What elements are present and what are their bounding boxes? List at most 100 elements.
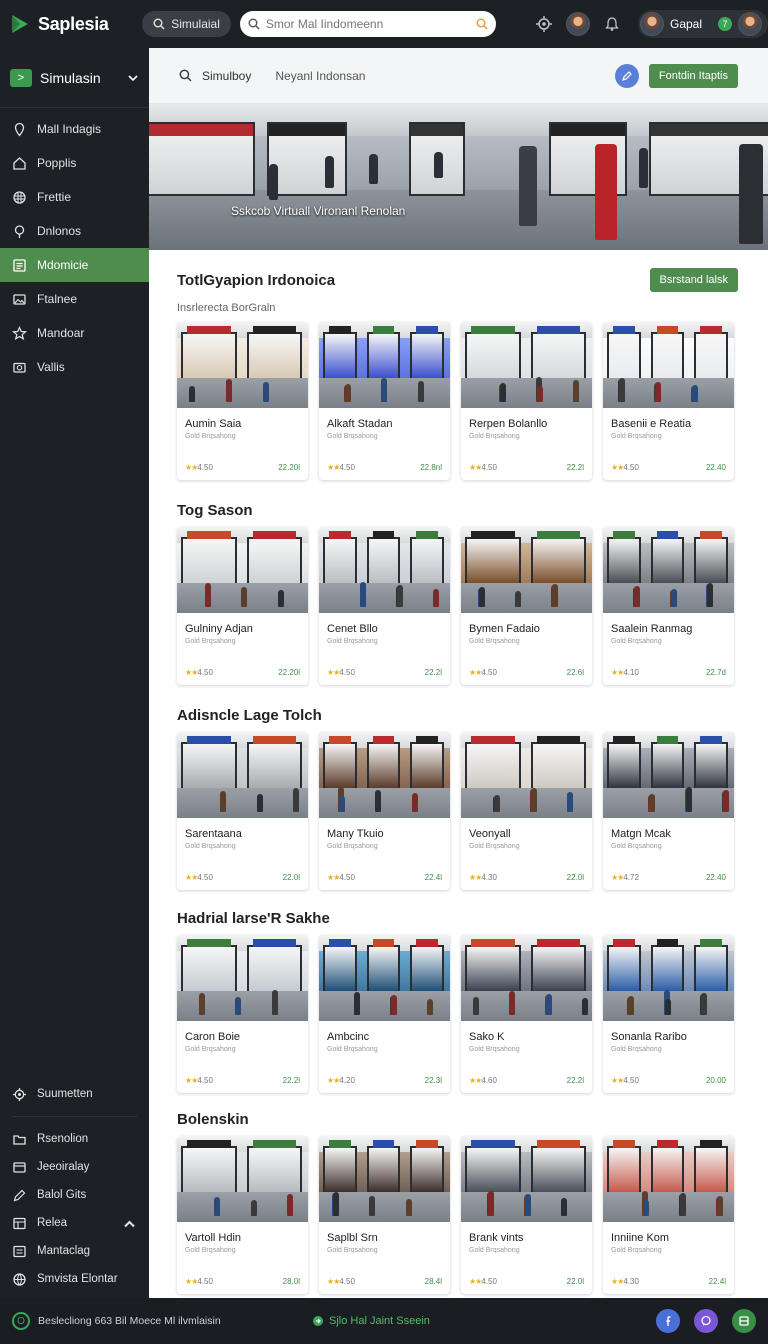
sidebar-item-label: Popplis [37,156,77,170]
section-action-button[interactable]: Bsrstand lalsk [649,268,738,292]
card-thumbnail[interactable] [177,322,308,408]
chevron-down-icon[interactable] [127,72,139,84]
card-title: Saalein Ranmag [611,623,693,635]
mall-card[interactable]: Vartoll Hdin Gold Brqsahong ★★4.50 28.0l [177,1136,308,1294]
card-thumbnail[interactable] [461,527,592,613]
search-icon[interactable] [179,69,192,82]
card-thumbnail[interactable] [603,322,734,408]
mall-card[interactable]: Basenii e Reatia Gold Brqsahong ★★4.50 22.4… [603,322,734,480]
facebook-icon[interactable] [656,1309,680,1333]
card-price: 22.2l [282,1076,300,1085]
mall-card[interactable]: Brank vints Gold Brqsahong ★★4.50 22.0l [461,1136,592,1294]
sidebar-item-2[interactable]: Popplis [0,146,149,180]
sidebar-item-1[interactable]: Mall Indagis [0,112,149,146]
card-thumbnail[interactable] [461,322,592,408]
mall-card[interactable]: Ambcinc Gold Brqsahong ★★4.20 22.3l [319,935,450,1093]
card-thumbnail[interactable] [319,935,450,1021]
sidebar-bottom-item-1[interactable]: Suumetten [0,1080,149,1108]
bell-icon[interactable] [600,12,624,36]
sidebar-item-8[interactable]: Vallis [0,350,149,384]
card-thumbnail[interactable] [319,527,450,613]
card-footer: ★★4.50 22.2l [327,668,442,677]
mall-card[interactable]: Many Tkuio Gold Brqsahong ★★4.50 22.4l [319,732,450,890]
card-thumbnail[interactable] [319,322,450,408]
card-thumbnail[interactable] [461,1136,592,1222]
primary-action-button[interactable]: Fontdin Itaptis [648,63,738,88]
rating-value: 4.50 [623,463,639,472]
hero-banner: Sskcob Virtuall Vironanl Renolan [149,104,768,250]
sidebar-bottom-item-5[interactable]: Relea [0,1209,149,1237]
location-icon [14,224,25,238]
card-thumbnail[interactable] [603,1136,734,1222]
mall-card[interactable]: Matgn Mcak Gold Brqsahong ★★4.72 22.40 [603,732,734,890]
mall-card[interactable]: Sako K Gold Brqsahong ★★4.60 22.2l [461,935,592,1093]
chevron-up-icon[interactable] [122,1216,137,1231]
sidebar-item-5[interactable]: Mdomicie [0,248,149,282]
sidebar-item-6[interactable]: Ftalnee [0,282,149,316]
image-icon [13,293,26,305]
card-thumbnail[interactable] [177,935,308,1021]
mall-section-5: Bolenskin Vartoll Hdin Gold Brqsahong ★★4.5… [149,1093,768,1294]
top-search-input[interactable] [265,17,470,31]
card-meta: Gold Brqsahong [469,433,520,440]
sidebar-item-4[interactable]: Dnlonos [0,214,149,248]
sub-search-label[interactable]: Simulboy [202,69,251,83]
card-thumbnail[interactable] [603,732,734,818]
chat-icon[interactable] [694,1309,718,1333]
card-thumbnail[interactable] [461,732,592,818]
sidebar-bottom-label: Balol Gits [37,1189,87,1201]
rating-value: 4.50 [339,873,355,882]
mall-card[interactable]: Veonyall Gold Brqsahong ★★4.30 22.0l [461,732,592,890]
mall-card[interactable]: Gulniny Adjan Gold Brqsahong ★★4.50 22.20l [177,527,308,685]
sidebar-bottom-item-4[interactable]: Balol Gits [0,1181,149,1209]
card-thumbnail[interactable] [603,935,734,1021]
footer-text: Beslecliong 663 Bil Moece Ml ilvmlaisin [38,1315,221,1327]
mall-card[interactable]: Inniine Kom Gold Brqsahong ★★4.30 22.4l [603,1136,734,1294]
simulation-pill[interactable]: Simulaial [142,11,231,37]
rating-value: 4.50 [197,873,213,882]
brand[interactable]: Saplesia [0,12,141,36]
app-name: Saplesia [38,13,109,34]
card-grid: Vartoll Hdin Gold Brqsahong ★★4.50 28.0l Sap… [177,1136,738,1294]
card-thumbnail[interactable] [319,732,450,818]
sidebar-bottom-item-7[interactable]: Smvista Elontar [0,1265,149,1293]
settings-icon[interactable] [532,12,556,36]
card-thumbnail[interactable] [177,732,308,818]
app-icon[interactable] [732,1309,756,1333]
sidebar-item-7[interactable]: Mandoar [0,316,149,350]
card-footer: ★★4.50 22.20l [185,668,300,677]
mall-card[interactable]: Rerpen Bolanllo Gold Brqsahong ★★4.50 22.2l [461,322,592,480]
mall-card[interactable]: Cenet Bllo Gold Brqsahong ★★4.50 22.2l [319,527,450,685]
sidebar-bottom-item-3[interactable]: Jeeoiralay [0,1153,149,1181]
sidebar-bottom-item-2[interactable]: Rsenolion [0,1125,149,1153]
mall-card[interactable]: Caron Boie Gold Brqsahong ★★4.50 22.2l [177,935,308,1093]
card-thumbnail[interactable] [319,1136,450,1222]
mall-card[interactable]: Aumin Saia Gold Brqsahong ★★4.50 22.20l [177,322,308,480]
card-price: 28.4l [424,1277,442,1286]
mall-card[interactable]: Alkaft Stadan Gold Brqsahong ★★4.50 22.8nl [319,322,450,480]
card-footer: ★★4.72 22.40 [611,873,726,882]
sidebar-header[interactable]: > Simulasin [0,48,149,108]
avatar[interactable] [566,12,590,36]
card-thumbnail[interactable] [603,527,734,613]
mall-card[interactable]: Saalein Ranmag Gold Brqsahong ★★4.10 22.7d [603,527,734,685]
card-meta: Gold Brqsahong [469,1247,520,1254]
sidebar-item-3[interactable]: Frettie [0,180,149,214]
mall-card[interactable]: Bymen Fadaio Gold Brqsahong ★★4.50 22.6l [461,527,592,685]
mall-card[interactable]: Sonanla Raribo Gold Brqsahong ★★4.50 20.00 [603,935,734,1093]
edit-icon[interactable] [614,63,639,88]
section-title: Bolenskin [177,1111,249,1128]
mall-card[interactable]: Saplbl Srn Gold Brqsahong ★★4.50 28.4l [319,1136,450,1294]
search-submit-icon[interactable] [476,18,488,30]
card-footer: ★★4.50 22.0l [469,1277,584,1286]
card-thumbnail[interactable] [461,935,592,1021]
sidebar-bottom-item-6[interactable]: Mantaclag [0,1237,149,1265]
card-thumbnail[interactable] [177,1136,308,1222]
mall-card[interactable]: Sarentaana Gold Brqsahong ★★4.50 22.0l [177,732,308,890]
top-search-box[interactable] [239,11,496,37]
user-menu[interactable]: Gapal 7 [638,10,768,38]
card-grid: Gulniny Adjan Gold Brqsahong ★★4.50 22.20l C… [177,527,738,685]
footer-link[interactable]: Sjlo Hal Jaint Sseein [312,1315,430,1327]
card-thumbnail[interactable] [177,527,308,613]
star-icon: ★★ [327,873,340,882]
